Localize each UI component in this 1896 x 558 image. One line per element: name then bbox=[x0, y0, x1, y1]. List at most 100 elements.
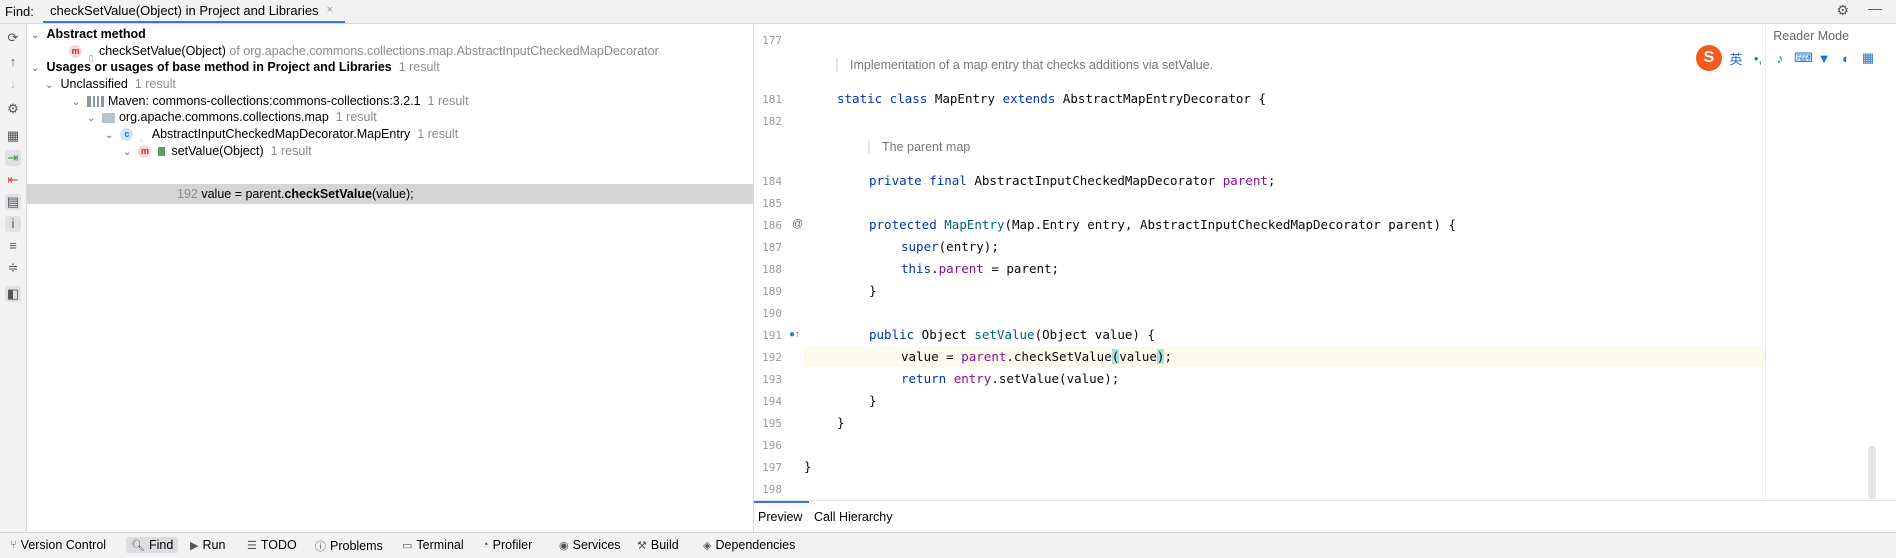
line-number: 198 bbox=[762, 483, 782, 496]
tool-problems[interactable]: ⓘ Problems bbox=[315, 538, 383, 554]
tool-profiler[interactable]: ◔ Profiler bbox=[482, 538, 532, 552]
chevron-down-icon[interactable]: ⌄ bbox=[87, 109, 99, 129]
microphone-icon[interactable]: ♪ bbox=[1772, 51, 1788, 66]
package-icon bbox=[102, 112, 116, 123]
active-tab-indicator bbox=[754, 501, 809, 503]
arrow-down-icon[interactable]: ↓ bbox=[5, 76, 21, 92]
line-number: 196 bbox=[762, 439, 782, 452]
arrow-up-icon[interactable]: ↑ bbox=[5, 54, 21, 70]
keyboard-icon[interactable]: ⌨ bbox=[1794, 50, 1813, 66]
maven-count: 1 result bbox=[427, 94, 469, 108]
line-number: 188 bbox=[762, 263, 782, 276]
info-icon[interactable]: i bbox=[5, 216, 21, 232]
code-line-184: private final AbstractInputCheckedMapDec… bbox=[869, 173, 1276, 188]
chevron-down-icon[interactable]: ⌄ bbox=[72, 93, 84, 113]
layers-icon: ◈ bbox=[703, 539, 712, 552]
line-number: 181 bbox=[762, 93, 782, 106]
line-number: 191 bbox=[762, 329, 782, 342]
navigate-icon[interactable]: ⇥ bbox=[5, 150, 21, 166]
tab-call-hierarchy[interactable]: Call Hierarchy bbox=[814, 510, 893, 524]
terminal-icon: ▭ bbox=[402, 539, 413, 552]
find-label: Find: bbox=[5, 4, 34, 19]
line-number: 194 bbox=[762, 395, 782, 408]
tool-todo[interactable]: ☰ TODO bbox=[247, 538, 297, 552]
class-count: 1 result bbox=[417, 127, 459, 141]
tool-dependencies[interactable]: ◈ Dependencies bbox=[703, 538, 795, 552]
minimize-icon[interactable]: — bbox=[1868, 0, 1882, 16]
usage-line-number: 192 bbox=[177, 187, 198, 201]
tool-terminal[interactable]: ▭ Terminal bbox=[402, 538, 464, 552]
exclude-icon[interactable]: ⇤ bbox=[5, 172, 21, 188]
rerun-icon[interactable]: ⟳ bbox=[5, 30, 21, 46]
tool-find[interactable]: 🔍︎ Find bbox=[126, 537, 179, 553]
abstract-header-label: Abstract method bbox=[46, 27, 146, 41]
game-icon[interactable]: ◐ bbox=[1838, 51, 1854, 66]
gear-icon[interactable]: ⚙ bbox=[1836, 2, 1849, 19]
settings-icon[interactable]: ⚙ bbox=[5, 101, 21, 117]
overrides-arrow-icon[interactable]: ↑ bbox=[795, 329, 800, 340]
expand-all-icon[interactable]: ≡ bbox=[5, 238, 21, 254]
apps-icon[interactable]: ▦ bbox=[1860, 50, 1876, 66]
abstract-item-of: of org.apache.commons.collections.map.Ab… bbox=[229, 44, 659, 58]
chevron-down-icon[interactable]: ⌄ bbox=[123, 143, 135, 163]
implements-icon[interactable]: ●↑ bbox=[789, 329, 800, 340]
line-number: 190 bbox=[762, 307, 782, 320]
line-number: 197 bbox=[762, 461, 782, 474]
chevron-down-icon[interactable]: ⌄ bbox=[31, 59, 43, 79]
lock-icon: ▯ bbox=[88, 52, 94, 63]
usage-post: (value); bbox=[371, 187, 414, 201]
results-tree: ⌄ Abstract method m ▯ checkSetValue(Obje… bbox=[27, 24, 754, 532]
find-tab[interactable]: checkSetValue(Object) in Project and Lib… bbox=[43, 0, 345, 23]
code-line-195: } bbox=[837, 415, 845, 430]
find-header: Find: checkSetValue(Object) in Project a… bbox=[0, 0, 1896, 24]
collapse-all-icon[interactable]: ≑ bbox=[5, 260, 21, 276]
chevron-down-icon[interactable]: ⌄ bbox=[105, 126, 117, 146]
tool-run[interactable]: ▶ Run bbox=[190, 538, 225, 552]
code-line-194: } bbox=[869, 393, 877, 408]
package-count: 1 result bbox=[335, 110, 377, 124]
chevron-down-icon[interactable]: ⌄ bbox=[31, 26, 43, 46]
scrollbar-thumb[interactable] bbox=[1868, 446, 1876, 500]
search-icon: 🔍︎ bbox=[131, 539, 145, 552]
module-icon[interactable]: ▤ bbox=[5, 194, 21, 210]
line-number: 184 bbox=[762, 175, 782, 188]
maven-label: Maven: commons-collections:commons-colle… bbox=[107, 94, 421, 108]
tab-preview[interactable]: Preview bbox=[758, 510, 802, 530]
tree-usage-row[interactable]: 192 value = parent.checkSetValue(value); bbox=[27, 184, 753, 204]
tool-services[interactable]: ◉ Services bbox=[559, 538, 621, 552]
library-icon bbox=[87, 96, 105, 108]
tool-build[interactable]: ⚒ Build bbox=[637, 538, 679, 552]
code-line-188: this.parent = parent; bbox=[901, 261, 1060, 276]
method-count: 1 result bbox=[270, 144, 312, 158]
reader-mode-toggle[interactable]: Reader Mode bbox=[1773, 29, 1849, 43]
line-number: 195 bbox=[762, 417, 782, 430]
method-icon: m bbox=[138, 145, 152, 159]
code-line-192: value = parent.checkSetValue(value); bbox=[901, 349, 1172, 364]
tool-version-control[interactable]: ⑂ Version Control bbox=[10, 538, 106, 552]
punctuation-icon[interactable]: •, bbox=[1750, 51, 1766, 66]
tool-window-bar: ⑂ Version Control 🔍︎ Find ▶ Run ☰ TODO ⓘ Prob… bbox=[0, 532, 1896, 558]
ime-toolbar: S 英 •, ♪ ⌨ ▼ ◐ ▦ bbox=[1696, 45, 1896, 71]
skin-icon[interactable]: ▼ bbox=[1816, 51, 1832, 66]
line-number: 192 bbox=[762, 351, 782, 364]
line-number: 185 bbox=[762, 197, 782, 210]
ime-language[interactable]: 英 bbox=[1728, 49, 1744, 68]
method-label: setValue(Object) bbox=[171, 144, 264, 158]
chevron-down-icon[interactable]: ⌄ bbox=[45, 76, 57, 96]
tree-method[interactable]: ⌄ m setValue(Object) 1 result bbox=[123, 141, 312, 161]
preview-toggle-icon[interactable]: ◧ bbox=[5, 286, 21, 302]
visibility-icon: ◦ bbox=[139, 135, 143, 145]
services-icon: ◉ bbox=[559, 539, 569, 552]
group-icon[interactable]: ▦ bbox=[5, 128, 21, 144]
branch-icon: ⑂ bbox=[10, 539, 17, 551]
code-line-197: } bbox=[804, 459, 812, 474]
code-line-187: super(entry); bbox=[901, 239, 999, 254]
close-icon[interactable]: × bbox=[327, 0, 333, 21]
unclassified-count: 1 result bbox=[134, 77, 176, 91]
find-tab-title: checkSetValue(Object) in Project and Lib… bbox=[50, 3, 319, 18]
class-label: AbstractInputCheckedMapDecorator.MapEntr… bbox=[151, 127, 411, 141]
sogou-logo-icon[interactable]: S bbox=[1696, 45, 1722, 71]
override-annotation-icon[interactable]: @ bbox=[792, 218, 803, 230]
usage-bold: checkSetValue bbox=[284, 187, 372, 201]
unclassified-label: Unclassified bbox=[60, 77, 128, 91]
